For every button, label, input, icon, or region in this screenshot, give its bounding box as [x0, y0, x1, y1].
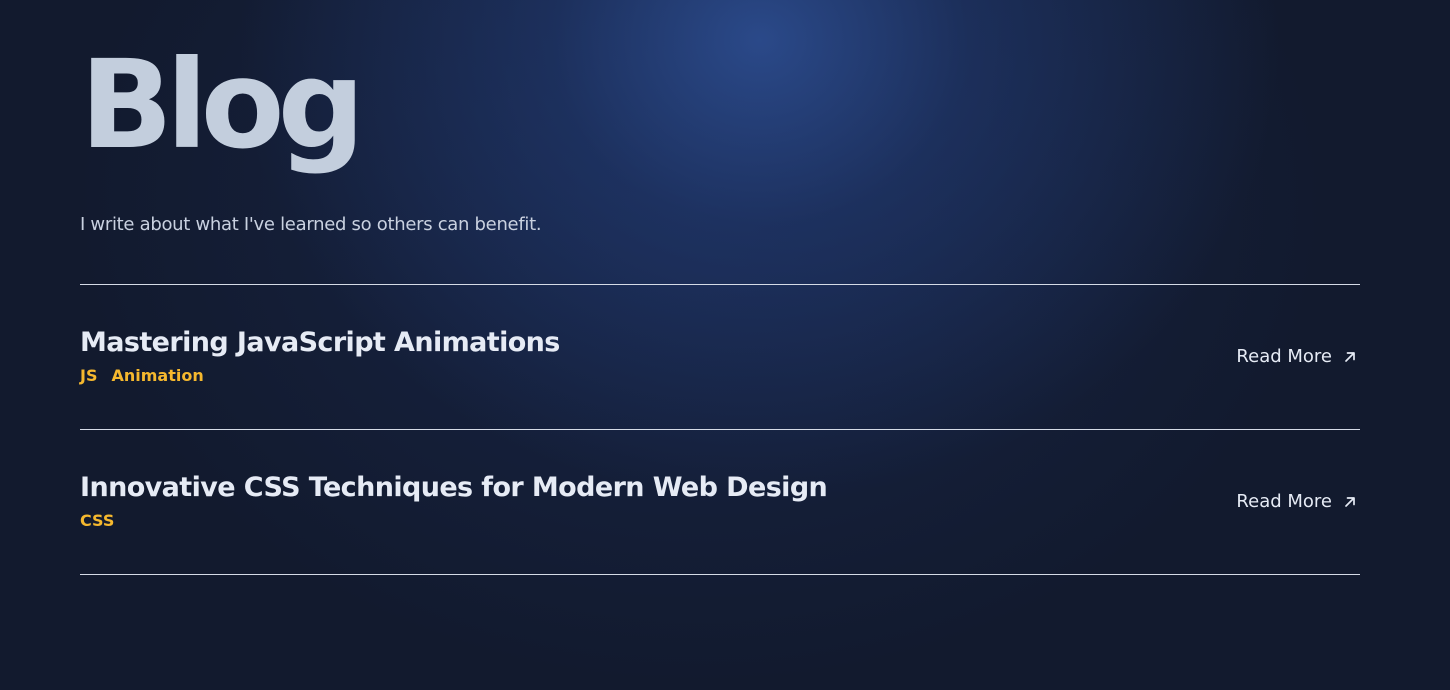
arrow-up-right-icon	[1342, 494, 1358, 510]
arrow-up-right-icon	[1342, 349, 1358, 365]
post-list: Mastering JavaScript Animations JS Anima…	[80, 284, 1360, 575]
page-title: Blog	[80, 34, 365, 176]
read-more-label: Read More	[1236, 491, 1332, 512]
read-more-link[interactable]: Read More	[1236, 491, 1358, 512]
page-subtitle: I write about what I've learned so other…	[80, 214, 542, 235]
tag: CSS	[80, 511, 115, 530]
post-item: Mastering JavaScript Animations JS Anima…	[80, 285, 1360, 430]
tag: Animation	[111, 366, 204, 385]
tag: JS	[80, 366, 98, 385]
post-title[interactable]: Innovative CSS Techniques for Modern Web…	[80, 472, 828, 503]
post-title[interactable]: Mastering JavaScript Animations	[80, 327, 560, 358]
read-more-link[interactable]: Read More	[1236, 346, 1358, 367]
post-tags: CSS	[80, 511, 114, 530]
post-item: Innovative CSS Techniques for Modern Web…	[80, 430, 1360, 575]
read-more-label: Read More	[1236, 346, 1332, 367]
post-tags: JS Animation	[80, 366, 204, 385]
